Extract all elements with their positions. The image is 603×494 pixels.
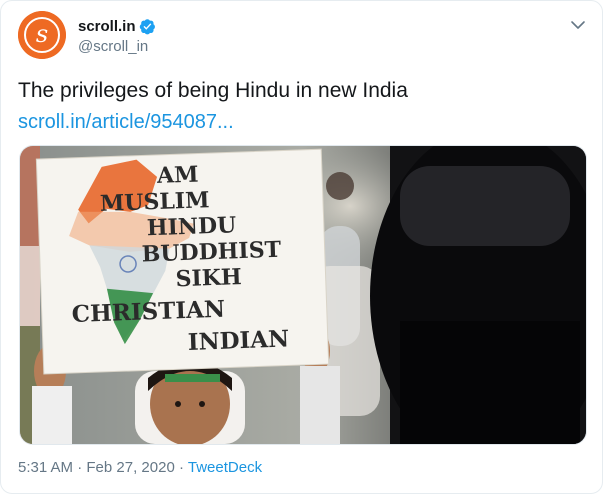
article-link[interactable]: scroll.in/article/954087... xyxy=(18,109,234,135)
tweet-meta: 5:31 AM · Feb 27, 2020 · TweetDeck xyxy=(18,459,262,476)
scroll-logo-icon: s xyxy=(18,11,66,59)
sign-line-buddhist: BUDDHIST xyxy=(141,237,282,268)
sign-line-indian: INDIAN xyxy=(187,325,289,356)
tweet-date[interactable]: Feb 27, 2020 xyxy=(86,459,174,476)
meta-separator-2: · xyxy=(178,459,184,476)
sign-line-christian: CHRISTIAN xyxy=(71,296,225,328)
tweet-header: s scroll.in @scroll_in xyxy=(18,11,588,61)
verified-badge-icon xyxy=(139,18,156,35)
tweet-text: The privileges of being Hindu in new Ind… xyxy=(18,79,408,102)
tweet-time[interactable]: 5:31 AM xyxy=(18,459,73,476)
photo-illustration: AM MUSLIM HINDU BUDDHIST SIKH CHRISTIAN … xyxy=(20,146,586,444)
sign-line-am: AM xyxy=(156,161,199,188)
chevron-down-icon[interactable] xyxy=(568,15,588,35)
author-names: scroll.in @scroll_in xyxy=(78,16,156,55)
avatar-letter: s xyxy=(36,20,48,48)
display-name[interactable]: scroll.in xyxy=(78,18,136,35)
display-name-row: scroll.in xyxy=(78,16,156,36)
avatar[interactable]: s xyxy=(18,11,66,59)
handle[interactable]: @scroll_in xyxy=(78,38,156,55)
sign-line-muslim: MUSLIM xyxy=(100,187,210,217)
tweet-card: s scroll.in @scroll_in The privileges of… xyxy=(0,0,603,494)
tweet-source[interactable]: TweetDeck xyxy=(188,459,262,476)
sign-line-hindu: HINDU xyxy=(146,212,236,241)
tweet-photo[interactable]: AM MUSLIM HINDU BUDDHIST SIKH CHRISTIAN … xyxy=(19,145,587,445)
meta-separator: · xyxy=(77,459,83,476)
sign-line-sikh: SIKH xyxy=(175,264,242,292)
